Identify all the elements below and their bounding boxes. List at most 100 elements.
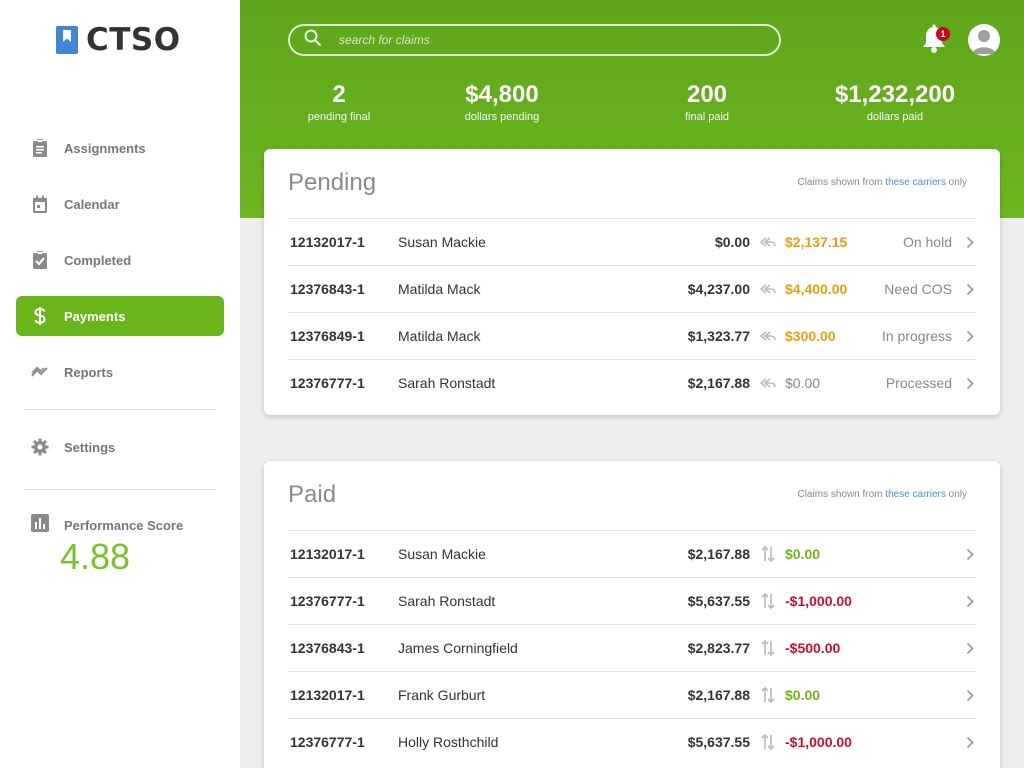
claim-amount: $2,823.77 xyxy=(687,640,750,656)
adjusted-amount: $0.00 xyxy=(785,687,821,703)
search-input[interactable] xyxy=(339,33,739,47)
card-title: Pending xyxy=(288,169,377,196)
claimant-name: Holly Rosthchild xyxy=(398,734,499,750)
sidebar-item-reports[interactable]: Reports xyxy=(16,352,224,392)
chevron-right-icon[interactable] xyxy=(964,266,976,312)
sidebar-item-calendar[interactable]: Calendar xyxy=(16,184,224,224)
claim-status: Need COS xyxy=(884,281,952,297)
chevron-right-icon[interactable] xyxy=(964,219,976,265)
reply-all-icon xyxy=(760,360,776,406)
reply-all-icon xyxy=(760,219,776,265)
swap-vertical-icon xyxy=(760,672,776,718)
claim-row[interactable]: 12132017-1 Susan Mackie $2,167.88 $0.00 xyxy=(288,530,976,577)
claim-row[interactable]: 12376843-1 Matilda Mack $4,237.00 $4,400.00… xyxy=(288,265,976,312)
stat-value: 200 xyxy=(686,81,728,108)
card-title: Paid xyxy=(288,481,337,508)
claim-status: In progress xyxy=(881,328,952,344)
stat-dollars-paid: $1,232,200 dollars paid xyxy=(815,80,975,124)
note-prefix: Claims shown from xyxy=(797,177,886,188)
note-prefix: Claims shown from xyxy=(797,489,886,500)
chevron-right-icon[interactable] xyxy=(964,313,976,359)
search-bar[interactable] xyxy=(288,24,781,56)
chevron-right-icon[interactable] xyxy=(964,531,976,577)
performance-score: Performance Score 4.88 xyxy=(31,514,183,577)
claim-row[interactable]: 12132017-1 Frank Gurburt $2,167.88 $0.00 xyxy=(288,671,976,718)
adjusted-amount: -$1,000.00 xyxy=(785,593,852,609)
chevron-right-icon[interactable] xyxy=(964,719,976,765)
carriers-link[interactable]: these carriers xyxy=(885,177,946,188)
claim-row[interactable]: 12132017-1 Susan Mackie $0.00 $2,137.15 On h… xyxy=(288,218,976,265)
chevron-right-icon[interactable] xyxy=(964,625,976,671)
pending-claims-card: Pending Claims shown from these carriers… xyxy=(264,149,1000,415)
sidebar-item-assignments[interactable]: Assignments xyxy=(16,128,224,168)
carrier-filter-note: Claims shown from these carriers only xyxy=(797,177,967,188)
adjusted-amount: -$1,000.00 xyxy=(785,734,852,750)
reply-all-icon xyxy=(760,266,776,312)
sidebar-item-completed[interactable]: Completed xyxy=(16,240,224,280)
user-icon xyxy=(972,30,996,54)
chevron-right-icon[interactable] xyxy=(964,672,976,718)
claim-amount: $2,167.88 xyxy=(687,375,750,391)
stat-pending-final: 2 pending final xyxy=(259,80,419,124)
adjusted-amount: $4,400.00 xyxy=(785,281,848,297)
claimant-name: Frank Gurburt xyxy=(398,687,486,703)
claimant-name: James Corningfield xyxy=(398,640,518,656)
claim-id: 12376777-1 xyxy=(290,375,365,391)
claimant-name: Sarah Ronstadt xyxy=(398,593,496,609)
claim-id: 12376777-1 xyxy=(290,593,365,609)
note-suffix: only xyxy=(945,177,967,188)
sidebar: CTSO Assignments Calendar Completed Paym… xyxy=(0,0,240,768)
note-suffix: only xyxy=(945,489,967,500)
dollar-icon xyxy=(31,307,49,325)
chevron-right-icon[interactable] xyxy=(964,360,976,406)
claim-amount: $2,167.88 xyxy=(687,687,750,703)
claim-id: 12132017-1 xyxy=(290,687,365,703)
stat-label: dollars paid xyxy=(866,111,924,123)
sidebar-item-settings[interactable]: Settings xyxy=(16,427,224,467)
claim-amount: $5,637.55 xyxy=(687,593,750,609)
app-logo[interactable]: CTSO xyxy=(56,24,181,56)
performance-score-label: Performance Score xyxy=(64,518,184,533)
clipboard-check-icon xyxy=(31,251,49,269)
claim-id: 12376777-1 xyxy=(290,734,365,750)
claim-amount: $0.00 xyxy=(714,234,750,250)
sidebar-divider xyxy=(24,489,216,490)
sidebar-item-payments[interactable]: Payments xyxy=(16,296,224,336)
chevron-right-icon[interactable] xyxy=(964,578,976,624)
claim-id: 12376843-1 xyxy=(290,640,365,656)
claim-id: 12132017-1 xyxy=(290,234,365,250)
carrier-filter-note: Claims shown from these carriers only xyxy=(797,489,967,500)
bar-chart-icon xyxy=(31,514,49,537)
stat-value: $4,800 xyxy=(465,81,539,108)
claim-row[interactable]: 12376843-1 James Corningfield $2,823.77 -$5… xyxy=(288,624,976,671)
notifications-button[interactable]: 1 xyxy=(920,24,950,54)
stat-value: $1,232,200 xyxy=(834,81,956,108)
performance-score-value: 4.88 xyxy=(60,536,131,577)
gear-icon xyxy=(31,438,49,456)
sidebar-divider xyxy=(24,409,216,410)
adjusted-amount: $300.00 xyxy=(785,328,836,344)
claim-row[interactable]: 12376777-1 Sarah Ronstadt $2,167.88 $0.00 Pr… xyxy=(288,359,976,406)
search-icon xyxy=(304,29,322,52)
stat-label: final paid xyxy=(684,111,730,123)
claimant-name: Matilda Mack xyxy=(398,281,481,297)
claim-amount: $4,237.00 xyxy=(687,281,750,297)
paid-claims-list: 12132017-1 Susan Mackie $2,167.88 $0.00 1237… xyxy=(288,530,976,765)
claim-row[interactable]: 12376777-1 Holly Rosthchild $5,637.55 -$1,0… xyxy=(288,718,976,765)
claim-id: 12132017-1 xyxy=(290,546,365,562)
clipboard-icon xyxy=(31,139,49,157)
notification-count-badge: 1 xyxy=(936,27,950,41)
reply-all-icon xyxy=(760,313,776,359)
adjusted-amount: $2,137.15 xyxy=(785,234,848,250)
claim-row[interactable]: 12376777-1 Sarah Ronstadt $5,637.55 -$1,000… xyxy=(288,577,976,624)
claim-amount: $5,637.55 xyxy=(687,734,750,750)
claim-id: 12376843-1 xyxy=(290,281,365,297)
claim-row[interactable]: 12376849-1 Matilda Mack $1,323.77 $300.00 In… xyxy=(288,312,976,359)
claim-amount: $2,167.88 xyxy=(687,546,750,562)
claim-id: 12376849-1 xyxy=(290,328,365,344)
carriers-link[interactable]: these carriers xyxy=(885,489,946,500)
user-avatar[interactable] xyxy=(968,24,1000,56)
paid-claims-card: Paid Claims shown from these carriers on… xyxy=(264,461,1000,768)
claimant-name: Susan Mackie xyxy=(398,234,486,250)
calendar-icon xyxy=(31,195,49,213)
